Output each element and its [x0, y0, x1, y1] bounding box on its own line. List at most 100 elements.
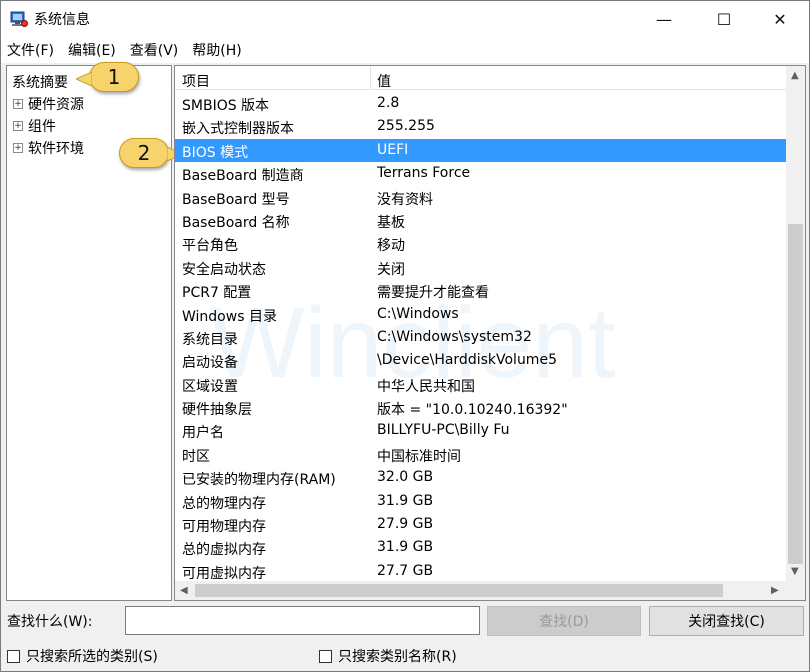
find-input[interactable] [125, 606, 480, 635]
row-item-value: 32.0 GB [377, 469, 434, 486]
menu-view[interactable]: 查看(V) [130, 40, 179, 60]
find-button[interactable]: 查找(D) [487, 606, 641, 636]
scroll-corner [786, 581, 805, 600]
list-row[interactable]: SMBIOS 版本 2.8 [175, 92, 787, 115]
row-item-name: 已安装的物理内存(RAM) [182, 472, 336, 489]
list-row[interactable]: 总的物理内存 31.9 GB [175, 490, 787, 513]
list-row[interactable]: 硬件抽象层 版本 = "10.0.10240.16392" [175, 396, 787, 419]
list-row[interactable]: 可用物理内存 27.9 GB [175, 513, 787, 536]
tree-item-label: 硬件资源 [28, 97, 84, 113]
title-bar[interactable]: 系统信息 — ☐ ✕ [1, 1, 809, 37]
row-item-name: 总的物理内存 [182, 495, 266, 512]
row-item-name: PCR7 配置 [182, 285, 252, 302]
column-header-value[interactable]: 值 [377, 71, 391, 91]
list-row[interactable]: BaseBoard 型号 没有资料 [175, 186, 787, 209]
row-item-value: 没有资料 [377, 191, 433, 208]
expand-icon[interactable]: + [13, 143, 23, 153]
list-row[interactable]: PCR7 配置 需要提升才能查看 [175, 279, 787, 302]
row-item-value: 基板 [377, 214, 405, 231]
minimize-button[interactable]: — [641, 1, 687, 37]
close-find-button[interactable]: 关闭查找(C) [649, 606, 804, 636]
list-row[interactable]: BaseBoard 制造商 Terrans Force [175, 162, 787, 185]
scroll-left-icon[interactable]: ◀ [180, 585, 188, 596]
horizontal-scrollbar[interactable]: ◀ ▶ [175, 581, 787, 600]
scroll-right-icon[interactable]: ▶ [771, 585, 779, 596]
row-item-name: 用户名 [182, 425, 224, 442]
list-row[interactable]: 已安装的物理内存(RAM) 32.0 GB [175, 466, 787, 489]
row-item-name: 总的虚拟内存 [182, 542, 266, 559]
list-row[interactable]: 用户名 BILLYFU-PC\Billy Fu [175, 419, 787, 442]
vertical-scrollbar[interactable]: ▲ ▼ [786, 66, 805, 582]
checkbox-box[interactable] [7, 649, 20, 663]
scroll-down-icon[interactable]: ▼ [791, 566, 799, 577]
maximize-button[interactable]: ☐ [701, 1, 747, 37]
list-row[interactable]: BIOS 模式 UEFI [175, 138, 787, 163]
row-item-value: C:\Windows [377, 305, 459, 322]
column-divider[interactable] [370, 66, 371, 90]
scroll-thumb[interactable] [788, 224, 803, 564]
row-item-value: 中华人民共和国 [377, 378, 475, 395]
row-item-name: BaseBoard 制造商 [182, 168, 304, 185]
row-item-name: BIOS 模式 [182, 144, 249, 161]
list-row[interactable]: 系统目录 C:\Windows\system32 [175, 326, 787, 349]
search-category-names-checkbox[interactable]: 只搜索类别名称(R) [319, 646, 457, 666]
checkbox-label: 只搜索类别名称(R) [338, 649, 457, 665]
row-item-value: 31.9 GB [377, 492, 434, 509]
menu-help[interactable]: 帮助(H) [192, 40, 241, 60]
menu-bar: 文件(F) 编辑(E) 查看(V) 帮助(H) [1, 37, 809, 63]
row-item-name: 可用虚拟内存 [182, 565, 266, 582]
row-item-value: \Device\HarddiskVolume5 [377, 352, 557, 369]
tree-item-components[interactable]: + 组件 [13, 116, 56, 136]
scroll-up-icon[interactable]: ▲ [791, 70, 799, 81]
row-item-name: BaseBoard 型号 [182, 191, 290, 208]
menu-edit[interactable]: 编辑(E) [68, 40, 116, 60]
callout-number: 2 [137, 141, 151, 165]
find-label: 查找什么(W): [7, 614, 93, 630]
row-item-name: 平台角色 [182, 238, 238, 255]
row-item-value: 2.8 [377, 95, 400, 111]
row-item-name: SMBIOS 版本 [182, 98, 270, 114]
list-row[interactable]: 启动设备 \Device\HarddiskVolume5 [175, 349, 787, 372]
row-item-name: 硬件抽象层 [182, 402, 252, 419]
menu-file[interactable]: 文件(F) [7, 40, 54, 60]
list-row[interactable]: 安全启动状态 关闭 [175, 256, 787, 279]
checkbox-box[interactable] [319, 649, 332, 663]
row-item-value: Terrans Force [377, 165, 471, 182]
row-item-value: 31.9 GB [377, 539, 434, 556]
row-item-name: 启动设备 [182, 355, 238, 372]
scroll-thumb[interactable] [195, 584, 723, 597]
row-item-value: 移动 [377, 238, 405, 255]
column-header-item[interactable]: 项目 [182, 71, 210, 91]
row-item-name: 嵌入式控制器版本 [182, 121, 294, 138]
expand-icon[interactable]: + [13, 99, 23, 109]
row-item-name: BaseBoard 名称 [182, 214, 290, 231]
row-item-name: Windows 目录 [182, 308, 277, 325]
list-row[interactable]: 总的虚拟内存 31.9 GB [175, 536, 787, 559]
details-list[interactable]: Winclient 项目 值 SMBIOS 版本 2.8 嵌入式控制器版本 255.2… [174, 65, 806, 601]
tree-item-software-environment[interactable]: + 软件环境 [13, 138, 84, 158]
tree-item-label: 软件环境 [28, 141, 84, 157]
search-selected-category-checkbox[interactable]: 只搜索所选的类别(S) [7, 646, 158, 666]
list-row[interactable]: 平台角色 移动 [175, 232, 787, 255]
row-item-value: BILLYFU-PC\Billy Fu [377, 422, 510, 439]
list-rows: SMBIOS 版本 2.8 嵌入式控制器版本 255.255 BIOS 模式 UEFI Ba… [175, 92, 787, 583]
row-item-name: 系统目录 [182, 331, 238, 348]
row-item-name: 区域设置 [182, 378, 238, 395]
callout-pointer [76, 72, 92, 86]
expand-icon[interactable]: + [13, 121, 23, 131]
tree-item-system-summary[interactable]: 系统摘要 [12, 72, 68, 92]
row-item-value: 需要提升才能查看 [377, 285, 489, 302]
row-item-value: 255.255 [377, 118, 435, 135]
list-header: 项目 值 [175, 66, 787, 90]
close-button[interactable]: ✕ [757, 1, 803, 37]
list-row[interactable]: 区域设置 中华人民共和国 [175, 373, 787, 396]
list-row[interactable]: 可用虚拟内存 27.7 GB [175, 560, 787, 583]
tree-item-hardware-resources[interactable]: + 硬件资源 [13, 94, 84, 114]
list-row[interactable]: Windows 目录 C:\Windows [175, 303, 787, 326]
list-row[interactable]: BaseBoard 名称 基板 [175, 209, 787, 232]
callout-1: 1 [76, 62, 139, 92]
list-row[interactable]: 时区 中国标准时间 [175, 443, 787, 466]
row-item-name: 可用物理内存 [182, 519, 266, 536]
list-row[interactable]: 嵌入式控制器版本 255.255 [175, 115, 787, 138]
row-item-value: 关闭 [377, 261, 405, 278]
